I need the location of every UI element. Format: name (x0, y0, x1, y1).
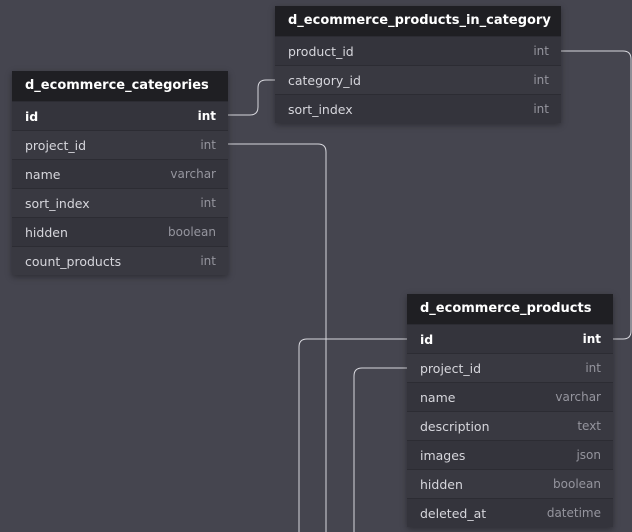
field-name: name (420, 389, 456, 405)
field-type: int (200, 138, 216, 152)
field-row[interactable]: name varchar (407, 382, 613, 411)
field-name: description (420, 418, 490, 434)
field-type: int (533, 102, 549, 116)
field-name: sort_index (25, 195, 90, 211)
field-row[interactable]: images json (407, 440, 613, 469)
field-row[interactable]: deleted_at datetime (407, 498, 613, 527)
field-row[interactable]: count_products int (12, 246, 228, 275)
field-row[interactable]: project_id int (407, 353, 613, 382)
table-products[interactable]: d_ecommerce_productsid int project_id int na… (407, 294, 613, 527)
field-name: sort_index (288, 101, 353, 117)
field-type: int (582, 332, 601, 346)
table-title[interactable]: d_ecommerce_products (407, 294, 613, 324)
field-type: datetime (546, 506, 601, 520)
field-row[interactable]: category_id int (275, 65, 561, 94)
field-type: text (577, 419, 601, 433)
field-type: int (585, 361, 601, 375)
connector-products-id-left (298, 338, 407, 532)
field-type: int (197, 109, 216, 123)
connector-categories-project-id (228, 143, 327, 532)
field-type: int (200, 196, 216, 210)
field-name: deleted_at (420, 505, 487, 521)
diagram-canvas[interactable]: d_ecommerce_categories id int project_id int… (0, 0, 632, 532)
field-row[interactable]: id int (407, 324, 613, 353)
field-name: images (420, 447, 466, 463)
field-name: project_id (25, 137, 87, 153)
field-name: project_id (420, 360, 482, 376)
field-type: boolean (553, 477, 601, 491)
field-name: id (420, 331, 434, 347)
table-title[interactable]: d_ecommerce_categories (12, 71, 228, 101)
table-title[interactable]: d_ecommerce_products_in_category (275, 6, 561, 36)
field-type: int (533, 73, 549, 87)
field-type: varchar (555, 390, 601, 404)
field-type: boolean (168, 225, 216, 239)
table-categories[interactable]: d_ecommerce_categories id int project_id int… (12, 71, 228, 275)
field-type: int (200, 254, 216, 268)
field-row[interactable]: description text (407, 411, 613, 440)
field-name: hidden (420, 476, 463, 492)
field-row[interactable]: sort_index int (275, 94, 561, 123)
connector-products-project-id (353, 367, 407, 532)
field-type: json (576, 448, 601, 462)
field-name: product_id (288, 43, 354, 59)
field-row[interactable]: name varchar (12, 159, 228, 188)
field-name: hidden (25, 224, 68, 240)
field-row[interactable]: project_id int (12, 130, 228, 159)
field-row[interactable]: id int (12, 101, 228, 130)
field-row[interactable]: product_id int (275, 36, 561, 65)
field-type: int (533, 44, 549, 58)
field-row[interactable]: sort_index int (12, 188, 228, 217)
field-row[interactable]: hidden boolean (407, 469, 613, 498)
field-name: count_products (25, 253, 122, 269)
field-name: id (25, 108, 39, 124)
field-name: name (25, 166, 61, 182)
field-row[interactable]: hidden boolean (12, 217, 228, 246)
field-type: varchar (170, 167, 216, 181)
connector-category-id-to-categories-id (228, 79, 275, 116)
table-products-in-category[interactable]: d_ecommerce_products_in_category product_… (275, 6, 561, 123)
field-name: category_id (288, 72, 361, 88)
